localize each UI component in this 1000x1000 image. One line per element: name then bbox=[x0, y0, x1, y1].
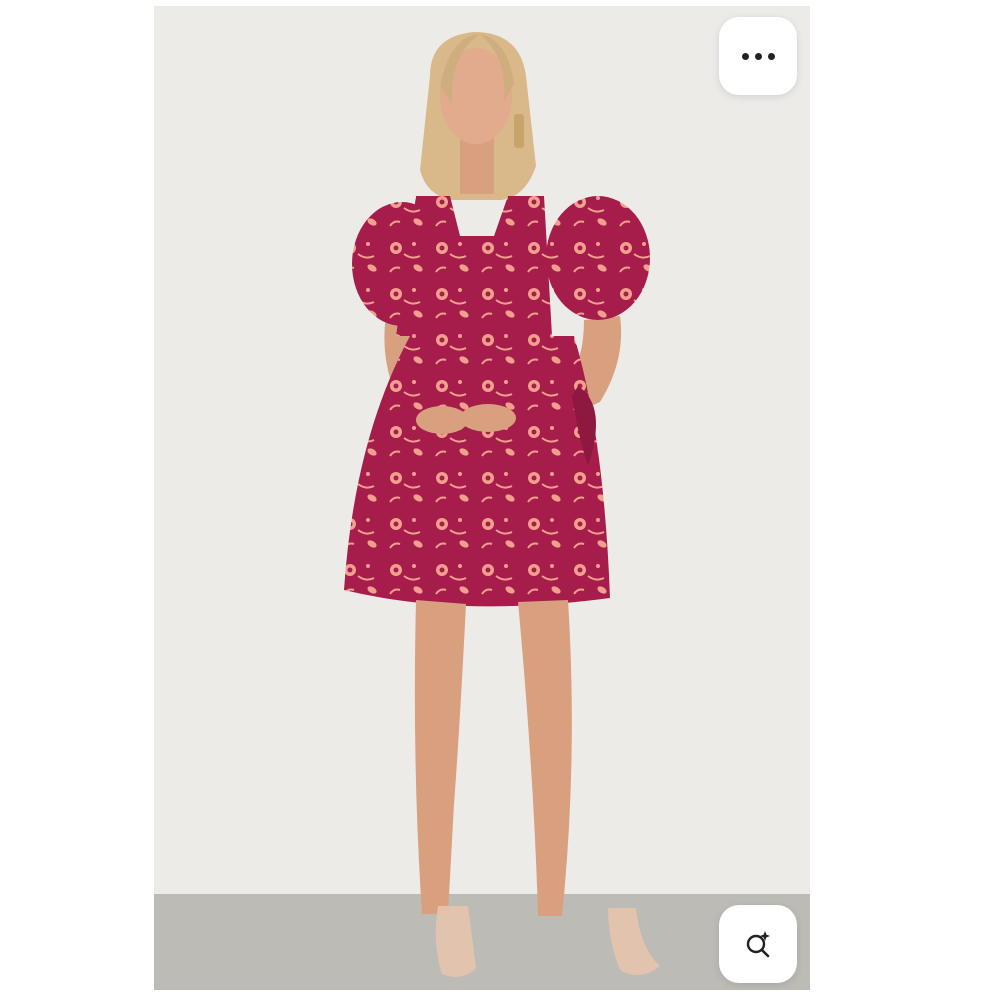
more-options-button[interactable] bbox=[719, 17, 797, 95]
more-horizontal-icon bbox=[741, 52, 775, 60]
dot bbox=[754, 52, 762, 60]
visual-search-button[interactable] bbox=[719, 905, 797, 983]
product-photo[interactable] bbox=[154, 6, 810, 990]
product-photo-illustration bbox=[154, 6, 810, 990]
visual-search-icon bbox=[746, 931, 770, 958]
dot bbox=[741, 52, 749, 60]
dot bbox=[767, 52, 775, 60]
image-viewer bbox=[0, 0, 1000, 1000]
